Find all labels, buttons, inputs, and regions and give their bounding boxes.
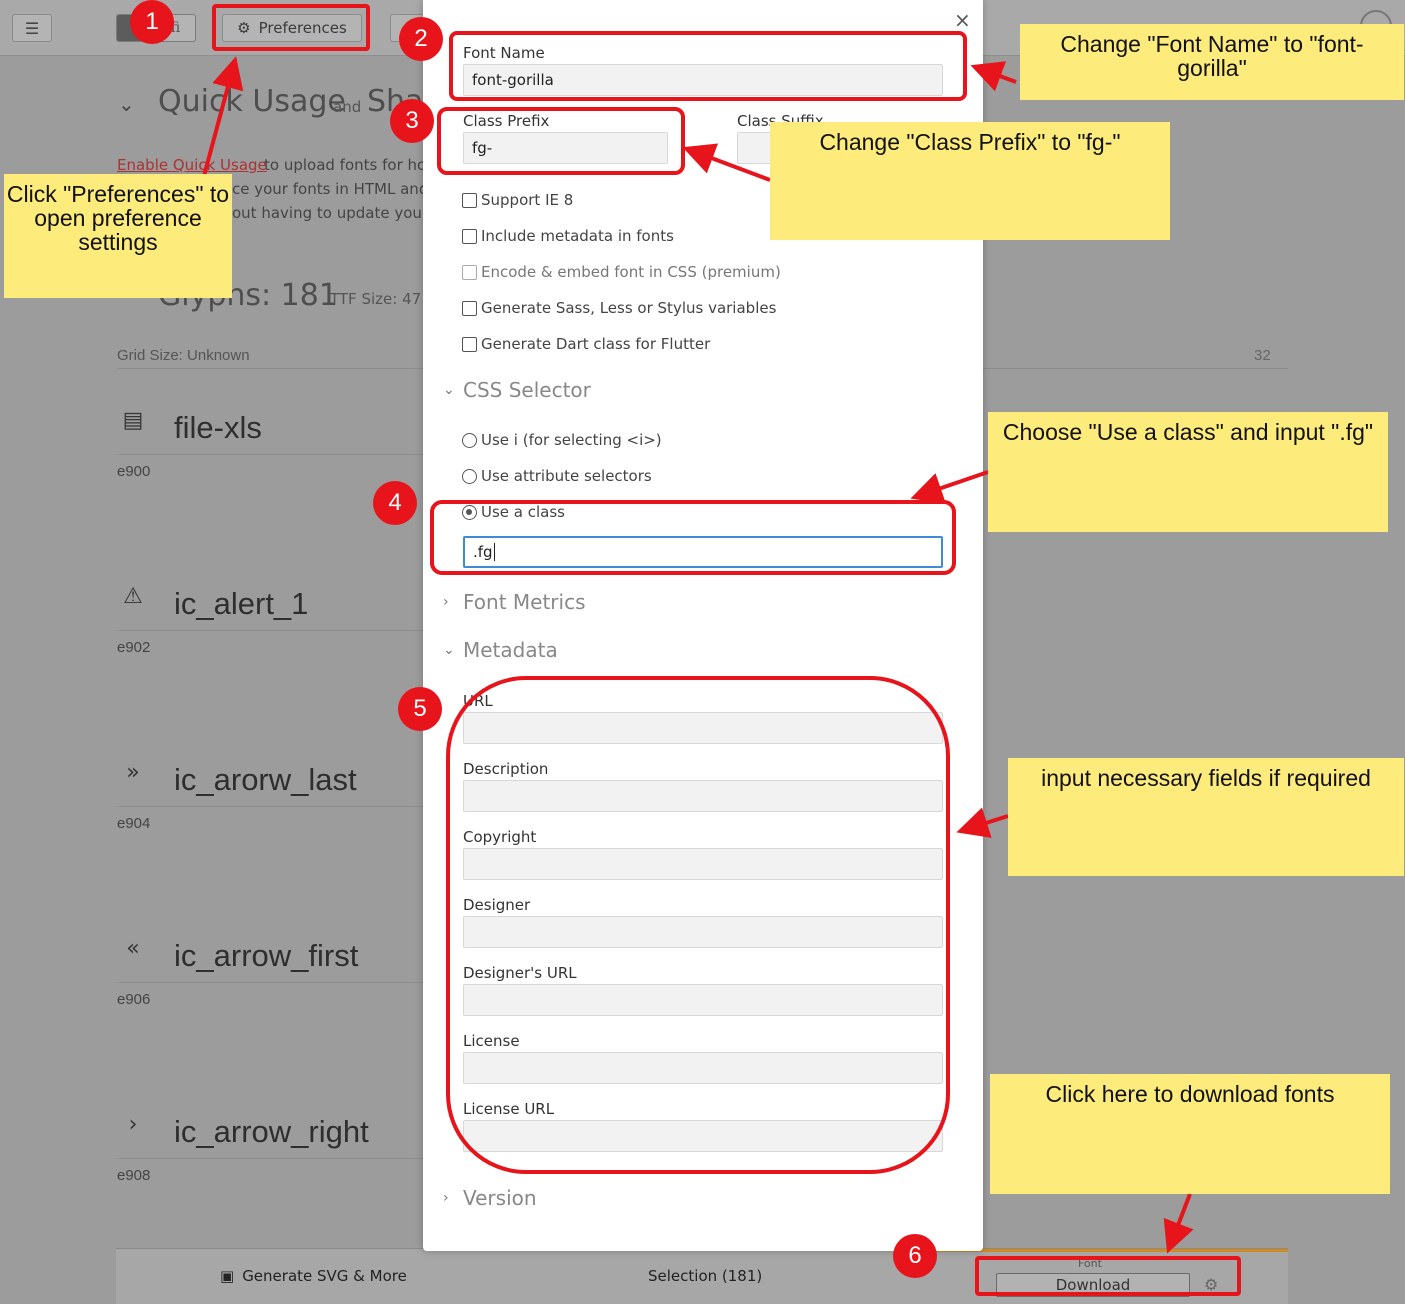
checkbox-label: Generate Dart class for Flutter — [481, 335, 711, 353]
selector-radio[interactable]: Use i (for selecting <i>) — [462, 431, 662, 449]
double-chevron-left-icon: « — [126, 936, 140, 961]
glyph-code: e904 — [117, 815, 151, 832]
divider — [117, 630, 427, 631]
generate-svg-label: Generate SVG & More — [242, 1267, 407, 1285]
arrow-to-font-name — [970, 61, 1017, 92]
divider — [117, 454, 427, 455]
font-metrics-title: Font Metrics — [463, 590, 586, 614]
grid-size-label: Grid Size: Unknown — [117, 347, 250, 364]
highlight-class-prefix — [437, 107, 685, 175]
option-checkbox[interactable]: Include metadata in fonts — [462, 227, 674, 245]
selection-button[interactable]: Selection (181) — [648, 1267, 762, 1285]
divider — [117, 982, 427, 983]
glyph-name[interactable]: ic_alert_1 — [174, 586, 308, 622]
chevron-right-icon: › — [128, 1112, 138, 1137]
radio-icon[interactable] — [462, 432, 477, 448]
glyph-code: e902 — [117, 639, 151, 656]
note-font-name: Change "Font Name" to "font-gorilla" — [1020, 24, 1404, 100]
note-preferences: Click "Preferences" to open preference s… — [4, 174, 232, 298]
checkbox-label: Include metadata in fonts — [481, 227, 674, 245]
checkbox-icon[interactable] — [462, 228, 477, 244]
divider — [117, 1158, 427, 1159]
generate-svg-button[interactable]: ▣ Generate SVG & More — [220, 1267, 407, 1285]
option-checkbox[interactable]: Generate Dart class for Flutter — [462, 335, 710, 353]
close-icon[interactable]: × — [954, 8, 971, 32]
quick-usage-desc-2: ce your fonts in HTML and — [232, 180, 429, 198]
glyph-code: e906 — [117, 991, 151, 1008]
alert-triangle-icon: ⚠ — [123, 584, 143, 609]
font-metrics-section[interactable]: › Font Metrics — [443, 590, 586, 614]
step-badge-4: 4 — [373, 481, 417, 525]
chevron-down-icon: ⌄ — [443, 642, 455, 658]
highlight-font-name — [449, 31, 967, 101]
step-badge-5: 5 — [398, 687, 442, 731]
arrow-to-download — [1163, 1193, 1194, 1254]
version-title: Version — [463, 1186, 537, 1210]
hamburger-menu-button[interactable]: ☰ — [12, 14, 52, 42]
quick-usage-desc-1: to upload fonts for ho — [264, 156, 427, 174]
note-use-class: Choose "Use a class" and input ".fg" — [988, 412, 1388, 532]
radio-label: Use i (for selecting <i>) — [481, 431, 662, 449]
grid-size-value: 32 — [1254, 347, 1271, 364]
quick-usage-and: and — [333, 98, 362, 116]
selector-radio[interactable]: Use attribute selectors — [462, 467, 652, 485]
checkbox-icon[interactable] — [462, 264, 477, 280]
step-badge-2: 2 — [399, 17, 443, 61]
image-icon: ▣ — [220, 1267, 235, 1285]
quick-usage-desc-3: out having to update your C — [232, 204, 444, 222]
chevron-right-icon: › — [443, 594, 449, 610]
checkbox-icon[interactable] — [462, 336, 477, 352]
ttf-size: TTF Size: 47 — [330, 290, 422, 308]
hamburger-icon: ☰ — [24, 18, 40, 38]
glyph-name[interactable]: ic_arrow_right — [174, 1114, 369, 1150]
highlight-preferences — [212, 4, 370, 51]
active-indicator — [936, 1249, 1288, 1252]
option-checkbox[interactable]: Support IE 8 — [462, 191, 573, 209]
step-badge-3: 3 — [390, 99, 434, 143]
collapse-chevron-icon[interactable]: ⌄ — [118, 92, 135, 116]
css-selector-section[interactable]: ⌄ CSS Selector — [443, 378, 591, 402]
double-chevron-right-icon: » — [126, 760, 140, 785]
checkbox-icon[interactable] — [462, 300, 477, 316]
radio-label: Use attribute selectors — [481, 467, 652, 485]
step-badge-1: 1 — [130, 0, 174, 44]
quick-usage-title: Quick Usage — [158, 84, 346, 119]
checkbox-icon[interactable] — [462, 192, 477, 208]
file-xls-icon: ▤ — [122, 408, 144, 433]
option-checkbox[interactable]: Encode & embed font in CSS (premium) — [462, 263, 781, 281]
highlight-download — [975, 1256, 1241, 1296]
glyph-code: e908 — [117, 1167, 151, 1184]
glyph-code: e900 — [117, 463, 151, 480]
glyph-name[interactable]: ic_arrow_first — [174, 938, 358, 974]
note-class-prefix: Change "Class Prefix" to "fg-" — [770, 122, 1170, 240]
chevron-down-icon: ⌄ — [443, 382, 455, 398]
highlight-metadata — [446, 676, 950, 1174]
highlight-use-class — [430, 500, 956, 575]
chevron-right-icon: › — [443, 1190, 449, 1206]
note-download: Click here to download fonts — [990, 1074, 1390, 1194]
radio-icon[interactable] — [462, 468, 477, 484]
glyph-name[interactable]: ic_arorw_last — [174, 762, 357, 798]
metadata-section[interactable]: ⌄ Metadata — [443, 638, 558, 662]
checkbox-label: Encode & embed font in CSS (premium) — [481, 263, 781, 281]
glyph-name[interactable]: file-xls — [174, 410, 262, 446]
divider — [117, 806, 427, 807]
step-badge-6: 6 — [893, 1234, 937, 1278]
metadata-title: Metadata — [463, 638, 558, 662]
version-section[interactable]: › Version — [443, 1186, 537, 1210]
option-checkbox[interactable]: Generate Sass, Less or Stylus variables — [462, 299, 776, 317]
checkbox-label: Support IE 8 — [481, 191, 574, 209]
css-selector-title: CSS Selector — [463, 378, 591, 402]
note-metadata: input necessary fields if required — [1008, 758, 1404, 876]
enable-quick-usage-link[interactable]: Enable Quick Usage — [117, 156, 267, 174]
checkbox-label: Generate Sass, Less or Stylus variables — [481, 299, 777, 317]
